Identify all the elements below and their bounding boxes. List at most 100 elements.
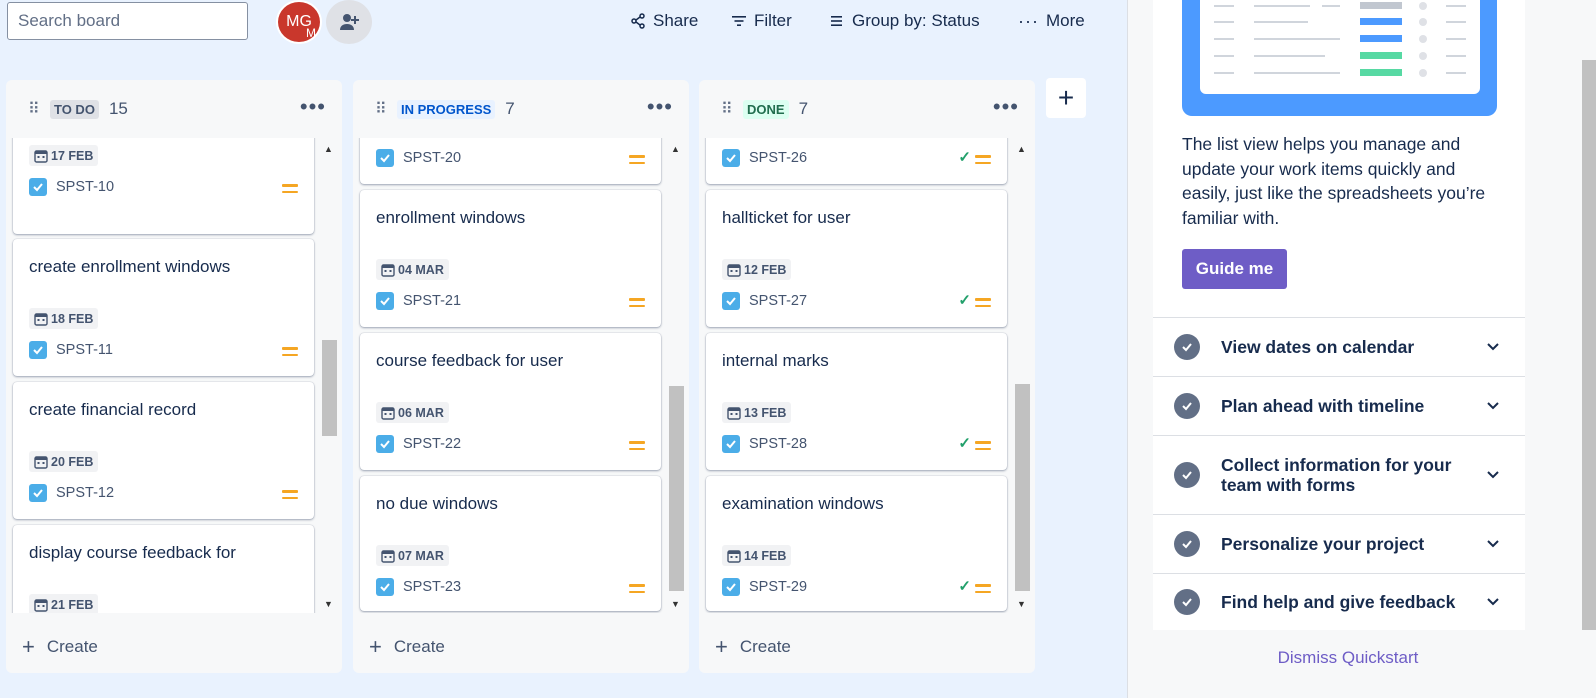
dismiss-quickstart-link[interactable]: Dismiss Quickstart: [1128, 648, 1568, 668]
card[interactable]: enrollment windows 04 MAR SPST-21: [360, 190, 661, 327]
column-scrollbar[interactable]: ▲ ▼: [320, 138, 338, 613]
quickstart-item-calendar[interactable]: View dates on calendar: [1153, 317, 1525, 376]
completed-check-icon: [1174, 334, 1200, 360]
issue-key[interactable]: SPST-10: [29, 178, 114, 196]
scroll-up-arrow-icon[interactable]: ▲: [324, 144, 333, 154]
drag-handle-icon[interactable]: ⠿: [375, 99, 391, 119]
card[interactable]: create financial record 20 FEB SPST-12: [13, 382, 314, 519]
card[interactable]: 17 FEB SPST-10: [13, 138, 314, 234]
completed-check-icon: [1174, 531, 1200, 557]
group-by-button[interactable]: Group by: Status: [829, 8, 980, 34]
card[interactable]: no due windows 07 MAR SPST-23: [360, 476, 661, 611]
guide-me-button[interactable]: Guide me: [1182, 249, 1287, 289]
scroll-down-arrow-icon[interactable]: ▼: [324, 599, 333, 609]
column-header[interactable]: ⠿ DONE 7: [699, 80, 1035, 138]
due-date-badge: 20 FEB: [29, 451, 99, 472]
column-more-icon[interactable]: •••: [300, 96, 326, 118]
add-column-button[interactable]: +: [1046, 78, 1086, 118]
plus-icon: +: [22, 634, 35, 659]
calendar-icon: [381, 549, 395, 563]
scrollbar-thumb[interactable]: [669, 386, 684, 591]
scroll-up-arrow-icon[interactable]: ▲: [671, 144, 680, 154]
column-status-lozenge: IN PROGRESS: [397, 99, 496, 119]
create-issue-button[interactable]: + Create: [22, 634, 98, 659]
card[interactable]: display course feedback for 21 FEB: [13, 525, 314, 613]
done-check-icon: ✓: [958, 435, 971, 452]
quickstart-item-timeline[interactable]: Plan ahead with timeline: [1153, 376, 1525, 435]
scroll-down-arrow-icon[interactable]: ▼: [671, 599, 680, 609]
task-checkbox-icon: [29, 178, 47, 196]
create-issue-button[interactable]: + Create: [715, 634, 791, 659]
card[interactable]: internal marks 13 FEB SPST-28 ✓: [706, 333, 1007, 470]
due-date-badge: 18 FEB: [29, 308, 99, 329]
due-date-text: 18 FEB: [51, 311, 94, 326]
due-date-text: 20 FEB: [51, 454, 94, 469]
calendar-icon: [381, 406, 395, 420]
quickstart-item-forms[interactable]: Collect information for your team with f…: [1153, 435, 1525, 514]
priority-medium-icon: [975, 441, 991, 453]
card[interactable]: examination windows 14 FEB SPST-29 ✓: [706, 476, 1007, 611]
scroll-down-arrow-icon[interactable]: ▼: [1017, 599, 1026, 609]
quickstart-item-personalize[interactable]: Personalize your project: [1153, 514, 1525, 573]
column-scrollbar[interactable]: ▲ ▼: [1013, 138, 1031, 613]
issue-key-text: SPST-28: [749, 436, 808, 452]
quickstart-item-label: Collect information for your team with f…: [1221, 455, 1452, 495]
task-checkbox-icon: [722, 435, 740, 453]
card-title: create enrollment windows: [29, 257, 231, 276]
create-label: Create: [46, 637, 98, 656]
group-list-icon: [831, 16, 842, 26]
filter-button[interactable]: Filter: [731, 8, 792, 34]
more-button[interactable]: ··· More: [1018, 8, 1085, 34]
due-date-text: 04 MAR: [398, 262, 444, 277]
plus-icon: +: [715, 634, 728, 659]
issue-key[interactable]: SPST-28: [722, 435, 807, 453]
scrollbar-thumb[interactable]: [322, 340, 337, 436]
priority-medium-icon: [975, 155, 991, 167]
column-more-icon[interactable]: •••: [993, 96, 1019, 118]
issue-key[interactable]: SPST-29: [722, 578, 807, 596]
share-label: Share: [653, 11, 699, 30]
share-button[interactable]: Share: [630, 8, 698, 34]
search-input[interactable]: [18, 11, 239, 31]
avatar[interactable]: MG M: [276, 0, 322, 44]
issue-key[interactable]: SPST-26: [722, 149, 807, 167]
card-title: hallticket for user: [722, 208, 851, 227]
create-issue-button[interactable]: + Create: [369, 636, 445, 658]
quickstart-item-help[interactable]: Find help and give feedback: [1153, 573, 1525, 630]
due-date-badge: 17 FEB: [29, 145, 99, 166]
card-title: enrollment windows: [376, 208, 526, 227]
column-body: 17 FEB SPST-10 create enrollment windows…: [10, 138, 338, 613]
drag-handle-icon[interactable]: ⠿: [28, 99, 44, 119]
card[interactable]: hallticket for user 12 FEB SPST-27 ✓: [706, 190, 1007, 327]
task-checkbox-icon: [722, 149, 740, 167]
issue-key[interactable]: SPST-20: [376, 149, 461, 167]
column-header[interactable]: ⠿ TO DO 15: [6, 80, 342, 138]
add-people-button[interactable]: [326, 0, 372, 44]
search-board-input-wrapper[interactable]: [7, 2, 248, 40]
quickstart-scrollbar[interactable]: [1578, 0, 1596, 630]
card-title: course feedback for user: [376, 351, 564, 370]
column-header[interactable]: ⠿ IN PROGRESS 7: [353, 80, 689, 138]
issue-key[interactable]: SPST-11: [29, 341, 113, 359]
scroll-up-arrow-icon[interactable]: ▲: [1017, 144, 1026, 154]
card[interactable]: SPST-26 ✓: [706, 138, 1007, 184]
issue-key[interactable]: SPST-12: [29, 484, 114, 502]
issue-key[interactable]: SPST-22: [376, 435, 461, 453]
scrollbar-thumb[interactable]: [1015, 384, 1030, 591]
chevron-down-icon: [1487, 598, 1499, 606]
card[interactable]: create enrollment windows 18 FEB SPST-11: [13, 239, 314, 376]
issue-key[interactable]: SPST-23: [376, 578, 461, 596]
create-label: Create: [393, 637, 445, 656]
issue-key[interactable]: SPST-27: [722, 292, 807, 310]
column-scrollbar[interactable]: ▲ ▼: [667, 138, 685, 613]
card[interactable]: course feedback for user 06 MAR SPST-22: [360, 333, 661, 470]
column-more-icon[interactable]: •••: [647, 96, 673, 118]
task-checkbox-icon: [29, 341, 47, 359]
issue-key[interactable]: SPST-21: [376, 292, 461, 310]
quickstart-panel: The list view helps you manage and updat…: [1127, 0, 1596, 698]
drag-handle-icon[interactable]: ⠿: [721, 99, 737, 119]
completed-check-icon: [1174, 462, 1200, 488]
add-person-icon: [340, 14, 359, 30]
card[interactable]: SPST-20: [360, 138, 661, 184]
scrollbar-thumb[interactable]: [1582, 60, 1596, 630]
